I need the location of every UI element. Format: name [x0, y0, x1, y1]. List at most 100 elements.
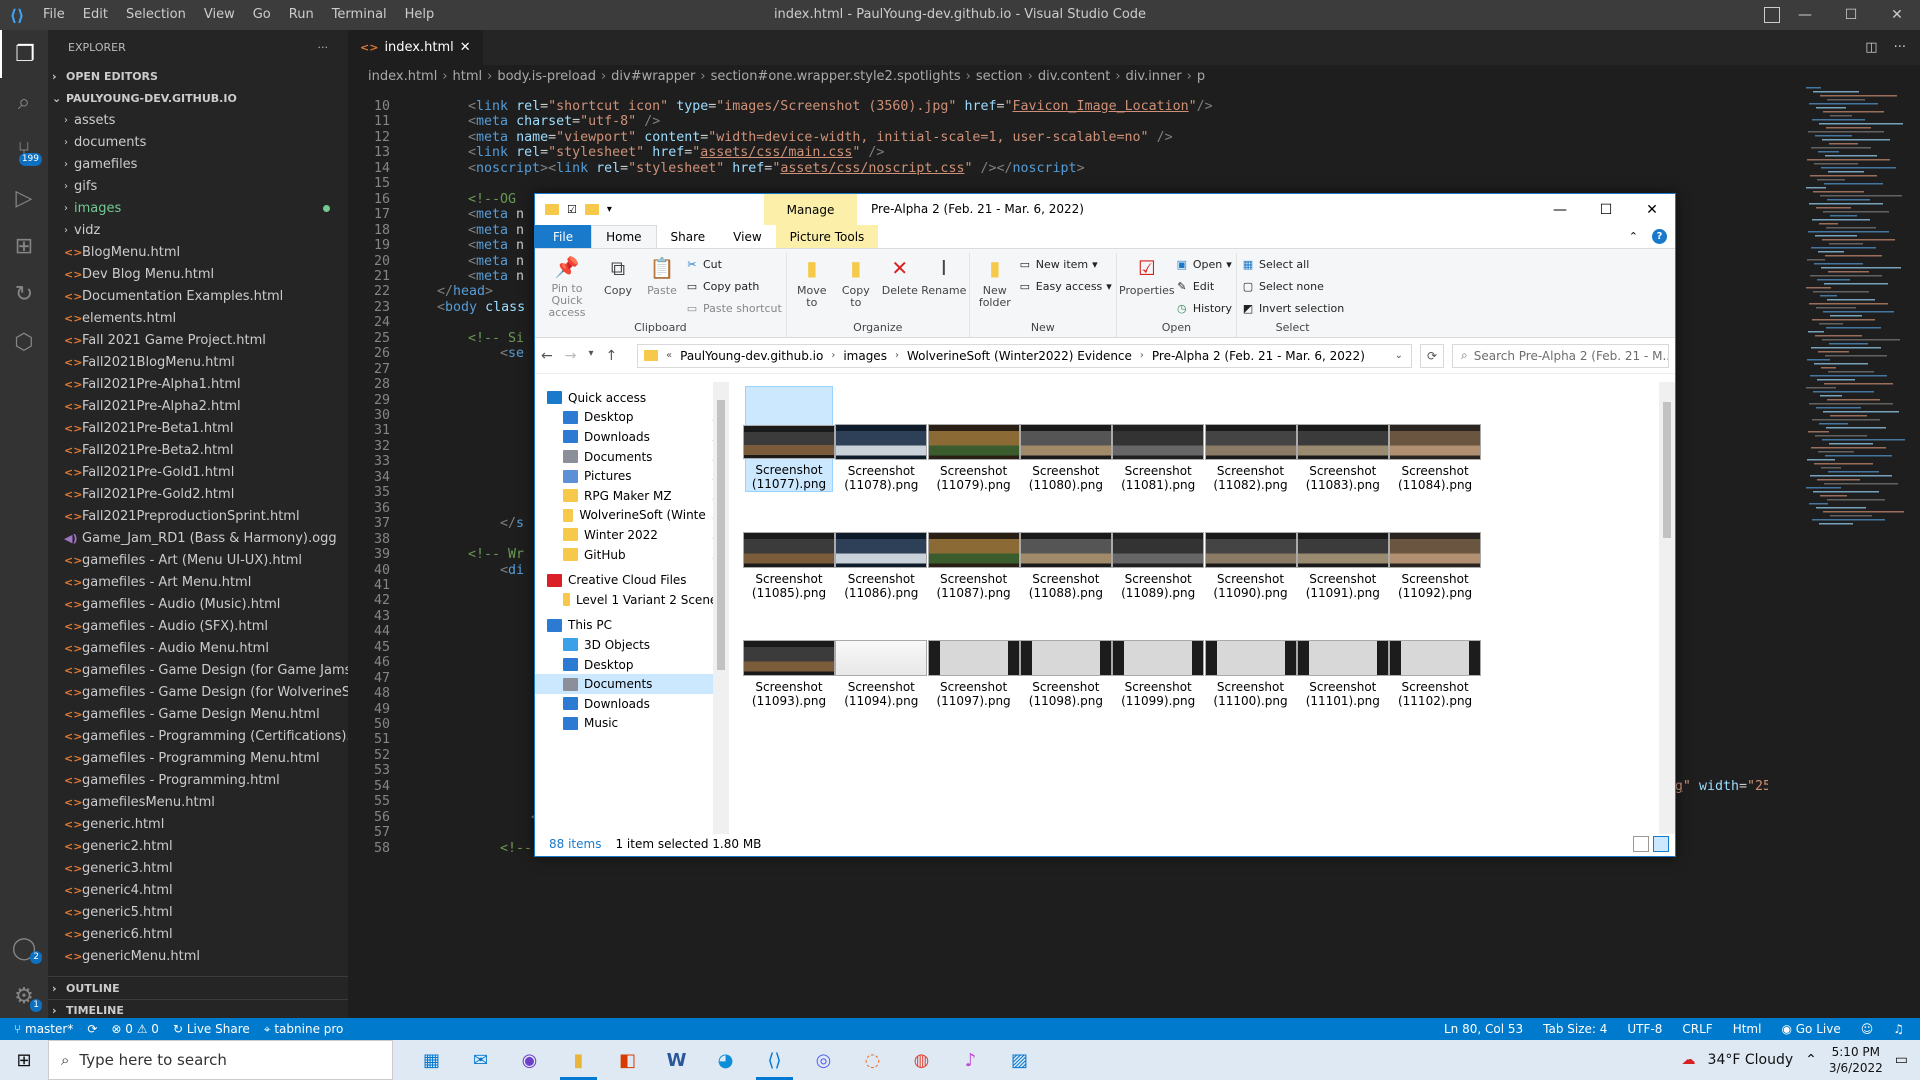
github-desktop-icon[interactable]: ◉: [505, 1040, 554, 1080]
search-box[interactable]: ⌕ Search Pre-Alpha 2 (Feb. 21 - M...: [1452, 343, 1669, 368]
file-item[interactable]: <> generic.html: [48, 813, 348, 835]
paste-button[interactable]: 📋 Paste: [641, 253, 683, 319]
windows-start-icon[interactable]: ⊞: [0, 1040, 48, 1080]
pin-quick-access-button[interactable]: 📌 Pin to Quick access: [539, 253, 595, 319]
settings-gear-icon[interactable]: ⚙ 1: [0, 972, 48, 1020]
open-editors-section[interactable]: › OPEN EDITORS: [48, 65, 348, 87]
source-control-icon[interactable]: ⑂ 199: [0, 126, 48, 174]
nav-item-this-pc[interactable]: This PC: [535, 616, 729, 636]
customize-qa-icon[interactable]: ▾: [607, 204, 612, 215]
file-thumbnail[interactable]: Screenshot (11099).png: [1112, 602, 1205, 708]
copy-button[interactable]: ⧉ Copy: [597, 253, 639, 319]
end-of-line[interactable]: CRLF: [1682, 1022, 1712, 1036]
notifications-icon[interactable]: ▭: [1895, 1052, 1908, 1068]
history-button[interactable]: ◷ History: [1175, 299, 1232, 318]
collapse-ribbon-icon[interactable]: ⌃: [1629, 230, 1638, 243]
file-item[interactable]: <> generic5.html: [48, 901, 348, 923]
explorer-minimize-button[interactable]: —: [1537, 194, 1583, 225]
forward-arrow-icon[interactable]: →: [565, 348, 577, 364]
root-folder-section[interactable]: ⌄ PAULYOUNG-DEV.GITHUB.IO: [48, 87, 348, 109]
file-item[interactable]: <> generic3.html: [48, 857, 348, 879]
breadcrumb-item[interactable]: html: [453, 69, 483, 84]
explorer-icon[interactable]: ❐: [0, 30, 48, 78]
edit-button[interactable]: ✎ Edit: [1175, 277, 1232, 296]
maximize-button[interactable]: ☐: [1828, 0, 1874, 30]
folder-item[interactable]: › documents: [48, 131, 348, 153]
tab-share[interactable]: Share: [657, 225, 720, 248]
file-thumbnail[interactable]: Screenshot (11083).png: [1296, 386, 1389, 492]
move-to-button[interactable]: ▮ Move to: [791, 253, 833, 319]
discord-icon[interactable]: ◎: [799, 1040, 848, 1080]
file-thumbnail[interactable]: Screenshot (11092).png: [1389, 494, 1482, 600]
language-mode[interactable]: Html: [1733, 1022, 1762, 1036]
overflow-chevron-icon[interactable]: «: [666, 350, 672, 361]
nav-item-creative-cloud[interactable]: Creative Cloud Files: [535, 570, 729, 590]
copy-path-button[interactable]: ▭ Copy path: [685, 277, 782, 296]
nav-item-quick-access[interactable]: Quick access: [535, 388, 729, 408]
remote-explorer-icon[interactable]: ⬡: [0, 318, 48, 366]
address-dropdown-icon[interactable]: ⌄: [1395, 350, 1403, 361]
file-item[interactable]: <> Fall2021Pre-Beta1.html: [48, 417, 348, 439]
file-thumbnail[interactable]: Screenshot (11084).png: [1389, 386, 1482, 492]
word-icon[interactable]: W: [652, 1040, 701, 1080]
address-bar[interactable]: « PaulYoung-dev.github.io › images › Wolverin…: [637, 343, 1412, 368]
file-item[interactable]: <> genericMenu.html: [48, 945, 348, 967]
tab-index-html[interactable]: <> index.html ✕: [348, 30, 483, 65]
file-item[interactable]: <> generic2.html: [48, 835, 348, 857]
file-item[interactable]: <> gamefiles - Audio (Music).html: [48, 593, 348, 615]
breadcrumb-item[interactable]: div#wrapper: [611, 69, 695, 84]
path-chevron-icon[interactable]: ›: [895, 350, 899, 361]
file-explorer-icon[interactable]: ▮: [554, 1040, 603, 1080]
file-thumbnail[interactable]: Screenshot (11089).png: [1112, 494, 1205, 600]
nav-item-pc-3[interactable]: Downloads: [535, 694, 729, 714]
file-item[interactable]: <> Fall2021Pre-Gold2.html: [48, 483, 348, 505]
file-item[interactable]: <> Fall2021PreproductionSprint.html: [48, 505, 348, 527]
photos-icon[interactable]: ▨: [995, 1040, 1044, 1080]
folder-item[interactable]: › images: [48, 197, 348, 219]
file-item[interactable]: <> gamefiles - Audio (SFX).html: [48, 615, 348, 637]
menu-edit[interactable]: Edit: [74, 0, 117, 30]
more-actions-icon[interactable]: ···: [1894, 40, 1906, 55]
select-all-button[interactable]: ▦ Select all: [1241, 255, 1344, 274]
path-segment[interactable]: WolverineSoft (Winter2022) Evidence: [907, 349, 1132, 363]
file-item[interactable]: <> generic4.html: [48, 879, 348, 901]
breadcrumb-item[interactable]: section: [976, 69, 1023, 84]
file-item[interactable]: <> BlogMenu.html: [48, 241, 348, 263]
refresh-icon[interactable]: ⟳: [1420, 343, 1444, 368]
editor-scrollbar[interactable]: [1906, 87, 1920, 1030]
nav-item-pc-4[interactable]: Music: [535, 714, 729, 734]
encoding[interactable]: UTF-8: [1627, 1022, 1662, 1036]
details-view-icon[interactable]: [1633, 836, 1649, 852]
tab-view[interactable]: View: [719, 225, 775, 248]
file-item[interactable]: <> gamefiles - Programming (Certification…: [48, 725, 348, 747]
branch-status[interactable]: ⑂ master*: [14, 1022, 73, 1036]
file-thumbnail[interactable]: Screenshot (11086).png: [835, 494, 928, 600]
minimize-button[interactable]: —: [1782, 0, 1828, 30]
explorer-maximize-button[interactable]: ☐: [1583, 194, 1629, 225]
weather-icon[interactable]: ☁: [1682, 1052, 1696, 1068]
show-hidden-icons-icon[interactable]: ⌃: [1805, 1052, 1817, 1068]
go-live-button[interactable]: ◉ Go Live: [1781, 1022, 1840, 1036]
up-arrow-icon[interactable]: ↑: [606, 348, 618, 364]
menu-run[interactable]: Run: [280, 0, 323, 30]
file-item[interactable]: <> Fall2021Pre-Beta2.html: [48, 439, 348, 461]
file-thumbnail[interactable]: Screenshot (11078).png: [835, 386, 928, 492]
path-chevron-icon[interactable]: ›: [831, 350, 835, 361]
file-thumbnail[interactable]: Screenshot (11100).png: [1204, 602, 1297, 708]
file-thumbnail[interactable]: Screenshot (11081).png: [1112, 386, 1205, 492]
menu-file[interactable]: File: [34, 0, 74, 30]
file-item[interactable]: <> generic6.html: [48, 923, 348, 945]
help-icon[interactable]: ?: [1652, 229, 1667, 244]
outline-section[interactable]: › OUTLINE: [48, 977, 348, 999]
file-thumbnail[interactable]: Screenshot (11087).png: [927, 494, 1020, 600]
nav-item-pc-0[interactable]: 3D Objects: [535, 635, 729, 655]
file-item[interactable]: <> Dev Blog Menu.html: [48, 263, 348, 285]
folder-item[interactable]: › vidz: [48, 219, 348, 241]
clock[interactable]: 5:10 PM 3/6/2022: [1829, 1044, 1883, 1076]
menu-help[interactable]: Help: [396, 0, 444, 30]
file-item[interactable]: ◀) Game_Jam_RD1 (Bass & Harmony).ogg: [48, 527, 348, 549]
path-segment[interactable]: Pre-Alpha 2 (Feb. 21 - Mar. 6, 2022): [1152, 349, 1365, 363]
breadcrumb-item[interactable]: div.content: [1038, 69, 1110, 84]
tab-home[interactable]: Home: [591, 225, 657, 248]
edge-icon[interactable]: ◕: [701, 1040, 750, 1080]
